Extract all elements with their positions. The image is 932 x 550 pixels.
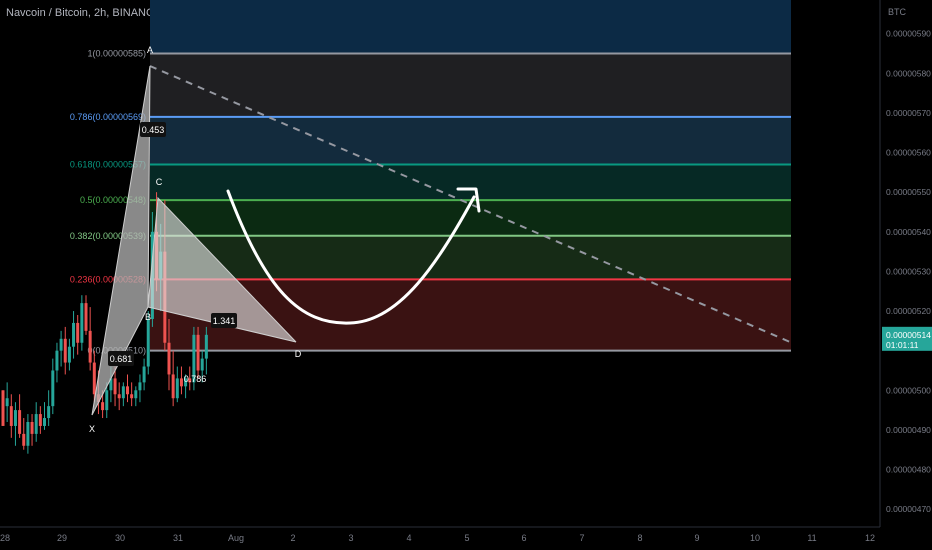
candle-body — [18, 410, 22, 434]
candle-body — [130, 394, 134, 399]
candle-body — [9, 406, 13, 426]
time-tick-label: 7 — [579, 533, 584, 543]
time-tick-label: 11 — [807, 533, 816, 543]
candle-body — [117, 394, 121, 399]
candle-body — [179, 378, 183, 387]
candle-body — [38, 414, 42, 426]
fib-level-label: 1(0.00000585) — [87, 48, 146, 58]
candle-body — [67, 346, 71, 363]
fib-band — [150, 235, 791, 280]
candle-body — [175, 378, 179, 399]
price-tick-label: 0.00000520 — [886, 306, 931, 316]
candle-body — [80, 303, 84, 343]
price-axis[interactable]: BTC 0.00000590 0.00000580 0.00000570 0.00000… — [879, 0, 932, 550]
candle-body — [126, 386, 129, 395]
time-tick-label: 12 — [865, 533, 875, 543]
candle-body — [63, 338, 67, 363]
time-tick-label: 30 — [115, 533, 125, 543]
candle-body — [92, 362, 96, 395]
candle-body — [13, 410, 17, 426]
candle-body — [204, 334, 208, 359]
candle-body — [196, 334, 200, 371]
candle-body — [59, 338, 63, 351]
price-tick-label: 0.00000500 — [886, 385, 931, 395]
candle-body — [5, 398, 9, 407]
price-tick-label: 0.00000560 — [886, 148, 931, 158]
fib-band — [150, 116, 791, 165]
candle-body — [72, 322, 76, 347]
candle-body — [30, 421, 34, 434]
candle-body — [84, 303, 88, 331]
bar-countdown-label: 01:01:11 — [886, 340, 919, 350]
price-tick-label: 0.00000470 — [886, 504, 931, 514]
time-tick-label: 31 — [173, 533, 183, 543]
pattern-point-label: D — [295, 349, 302, 359]
time-tick-label: 2 — [290, 533, 295, 543]
candle-body — [1, 390, 5, 426]
candle-body — [43, 418, 46, 426]
candle-body — [76, 322, 80, 343]
pattern-point-label: A — [147, 45, 153, 55]
time-tick-label: 10 — [750, 533, 760, 543]
candle-body — [167, 342, 171, 375]
price-tick-label: 0.00000480 — [886, 465, 931, 475]
candle-body — [134, 390, 138, 399]
price-tick-label: 0.00000580 — [886, 68, 931, 78]
candle-body — [55, 350, 59, 371]
time-tick-label: 3 — [348, 533, 353, 543]
fib-band — [150, 164, 791, 201]
candle-body — [113, 378, 117, 395]
chart-canvas[interactable]: 1(0.00000585)0.786(0.00000569)0.618(0.00… — [0, 0, 932, 550]
time-tick-label: 6 — [521, 533, 526, 543]
pattern-point-label: B — [145, 312, 151, 322]
price-tick-label: 0.00000490 — [886, 425, 931, 435]
ratio-label: 0.453 — [142, 125, 165, 135]
current-price-label: 0.00000514 — [886, 330, 931, 340]
time-axis[interactable]: 28 29 30 31 Aug 2 3 4 5 6 7 8 9 10 11 12 — [0, 526, 880, 543]
candle-body — [88, 330, 92, 363]
time-tick-label: 4 — [406, 533, 411, 543]
candle-body — [47, 406, 51, 419]
price-tick-label: 0.00000570 — [886, 108, 931, 118]
ratio-label: 1.341 — [213, 316, 236, 326]
price-tick-label: 0.00000530 — [886, 266, 931, 276]
candle-body — [22, 433, 26, 446]
candle-body — [121, 386, 125, 399]
time-tick-label: Aug — [228, 533, 244, 543]
candle-body — [200, 358, 204, 371]
candle-body — [105, 390, 109, 411]
candle-body — [51, 370, 55, 407]
fib-level-label: 0.786(0.00000569) — [70, 112, 146, 122]
candle-body — [138, 382, 142, 391]
candle-body — [101, 402, 105, 411]
pattern-point-label: C — [156, 177, 163, 187]
candle-body — [142, 366, 146, 383]
time-tick-label: 8 — [637, 533, 642, 543]
fib-band-top — [150, 0, 791, 54]
candle-body — [26, 421, 30, 446]
price-axis-unit: BTC — [888, 7, 907, 17]
price-tick-label: 0.00000540 — [886, 227, 931, 237]
time-tick-label: 5 — [464, 533, 469, 543]
pattern-point-label: X — [89, 424, 95, 434]
time-tick-label: 9 — [694, 533, 699, 543]
candle-body — [34, 414, 38, 434]
ratio-label: 0.786 — [184, 374, 207, 384]
price-tick-label: 0.00000550 — [886, 187, 931, 197]
time-tick-label: 28 — [0, 533, 10, 543]
time-tick-label: 29 — [57, 533, 67, 543]
ratio-label: 0.681 — [110, 354, 133, 364]
candle-body — [146, 318, 150, 367]
price-tick-label: 0.00000590 — [886, 29, 931, 39]
candle-body — [171, 374, 175, 399]
